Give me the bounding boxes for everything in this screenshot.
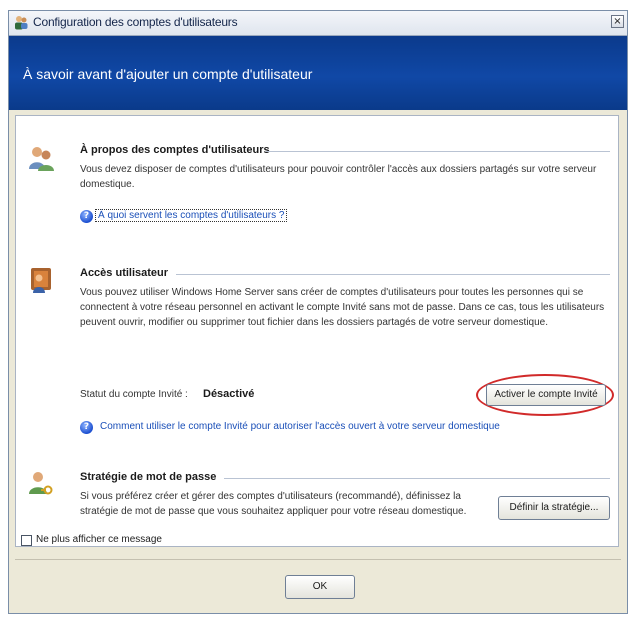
header-banner: À savoir avant d'ajouter un compte d'uti…: [9, 36, 627, 110]
dont-show-label: Ne plus afficher ce message: [36, 534, 162, 545]
window-title: Configuration des comptes d'utilisateurs: [33, 15, 238, 29]
section-body-about: Vous devez disposer de comptes d'utilisa…: [80, 164, 597, 190]
user-access-icon: [31, 268, 51, 293]
banner-title: À savoir avant d'ajouter un compte d'uti…: [23, 66, 313, 82]
section-title-about: À propos des comptes d'utilisateurs: [80, 144, 270, 156]
guest-status-value: Désactivé: [203, 388, 255, 400]
section-body-access: Vous pouvez utiliser Windows Home Server…: [80, 287, 605, 328]
section-body-password: Si vous préférez créer et gérer des comp…: [80, 491, 467, 517]
link-about-accounts[interactable]: À quoi servent les comptes d'utilisateur…: [94, 209, 288, 222]
link-guest-account[interactable]: Comment utiliser le compte Invité pour a…: [100, 421, 500, 432]
users-icon: [15, 16, 28, 30]
section-divider: [224, 478, 610, 479]
help-icon: ?: [80, 210, 93, 223]
content-panel: À propos des comptes d'utilisateurs Vous…: [15, 115, 619, 547]
ok-button[interactable]: OK: [285, 575, 355, 599]
section-divider: [266, 151, 610, 152]
users-pair-icon: [29, 147, 54, 171]
help-icon: ?: [80, 421, 93, 434]
section-divider: [176, 274, 610, 275]
section-title-password: Stratégie de mot de passe: [80, 471, 217, 483]
dialog-window: Configuration des comptes d'utilisateurs…: [8, 10, 628, 614]
footer-divider: [15, 559, 621, 560]
define-policy-button[interactable]: Définir la stratégie...: [498, 496, 610, 520]
user-key-icon: [29, 472, 53, 495]
title-bar[interactable]: Configuration des comptes d'utilisateurs…: [9, 11, 627, 36]
section-title-access: Accès utilisateur: [80, 267, 169, 279]
close-button[interactable]: ×: [611, 15, 624, 28]
dont-show-checkbox[interactable]: [21, 535, 32, 546]
activate-guest-button[interactable]: Activer le compte Invité: [486, 384, 606, 406]
guest-status-label: Statut du compte Invité :: [80, 389, 188, 400]
